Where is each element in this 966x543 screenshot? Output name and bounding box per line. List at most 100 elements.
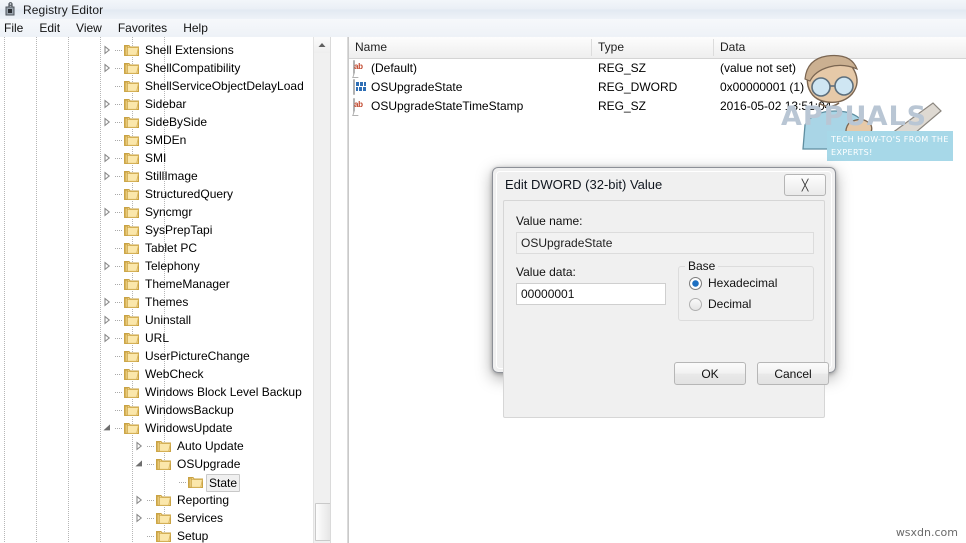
tree-item-windowsupdate[interactable]: WindowsUpdate [0,419,320,437]
tree-item-stillimage[interactable]: StillImage [0,167,320,185]
tree-item-label: ShellServiceObjectDelayLoad [145,79,304,93]
value-name-input[interactable]: OSUpgradeState [516,232,814,254]
edit-dword-dialog[interactable]: Edit DWORD (32-bit) Value ╳ Value name: … [492,167,836,418]
menu-item-favorites[interactable]: Favorites [110,20,175,37]
value-name-label: Value name: [516,214,583,228]
tree-item-shellcompatibility[interactable]: ShellCompatibility [0,59,320,77]
radio-decimal[interactable]: Decimal [689,297,751,311]
tree-connector [115,428,122,429]
tree-connector [115,266,122,267]
expand-triangle-icon[interactable] [102,261,112,271]
tree-item-telephony[interactable]: Telephony [0,257,320,275]
radio-decimal-label: Decimal [708,297,752,311]
tree-item-services[interactable]: Services [0,509,320,527]
tree-item-smden[interactable]: SMDEn [0,131,320,149]
tree-item-webcheck[interactable]: WebCheck [0,365,320,383]
scroll-up-arrow[interactable] [314,37,330,53]
folder-icon [124,277,139,290]
folder-icon [124,421,139,434]
tree-item-state[interactable]: State [0,473,320,492]
tree-item-label: SysPrepTapi [145,223,213,237]
tree-item-osupgrade[interactable]: OSUpgrade [0,455,320,473]
menu-item-edit[interactable]: Edit [31,20,68,37]
expand-triangle-icon[interactable] [102,99,112,109]
tree-item-label: SMDEn [145,133,187,147]
dialog-title: Edit DWORD (32-bit) Value [505,177,663,192]
cancel-button[interactable]: Cancel [757,362,829,385]
window-title: Registry Editor [23,2,104,17]
tree-item-setup[interactable]: Setup [0,527,320,543]
expand-triangle-icon[interactable] [134,513,144,523]
column-header-type[interactable]: Type [592,37,713,58]
menu-bar: File Edit View Favorites Help [0,19,966,38]
scrollbar-track[interactable] [314,53,330,543]
appuals-tagline-text: TECH HOW-TO'S FROM THE EXPERTS! [831,135,949,157]
tree-item-windowsbackup[interactable]: WindowsBackup [0,401,320,419]
tree-connector [115,302,122,303]
tree-connector [115,158,122,159]
radio-hexadecimal[interactable]: Hexadecimal [689,276,777,290]
tree-item-windows-block-level-backup[interactable]: Windows Block Level Backup [0,383,320,401]
tree-item-label: WindowsBackup [145,403,234,417]
tree-item-themes[interactable]: Themes [0,293,320,311]
folder-icon [124,295,139,308]
expand-triangle-icon[interactable] [102,207,112,217]
tree-item-structuredquery[interactable]: StructuredQuery [0,185,320,203]
menu-item-view[interactable]: View [68,20,110,37]
folder-icon [124,349,139,362]
tree-item-label: StillImage [145,169,198,183]
value-data-input[interactable]: 00000001 [516,283,666,305]
column-header-name[interactable]: Name [349,37,591,58]
tree-item-thememanager[interactable]: ThemeManager [0,275,320,293]
expand-triangle-icon[interactable] [134,441,144,451]
tree-item-sidebyside[interactable]: SideBySide [0,113,320,131]
expand-triangle-icon[interactable] [134,495,144,505]
tree-item-tablet-pc[interactable]: Tablet PC [0,239,320,257]
tree-item-auto-update[interactable]: Auto Update [0,437,320,455]
collapse-triangle-icon[interactable] [134,459,144,469]
site-watermark: wsxdn.com [895,526,958,539]
tree-connector [115,140,122,141]
expand-triangle-icon[interactable] [102,171,112,181]
tree-item-label: OSUpgrade [177,457,241,471]
tree-item-uninstall[interactable]: Uninstall [0,311,320,329]
tree-item-sidebar[interactable]: Sidebar [0,95,320,113]
scrollbar-thumb[interactable] [315,503,330,541]
expand-triangle-icon[interactable] [102,153,112,163]
tree-connector [115,86,122,87]
expand-triangle-icon[interactable] [102,117,112,127]
tree-connector [115,356,122,357]
folder-icon [156,493,171,506]
expand-triangle-icon[interactable] [102,63,112,73]
close-icon[interactable]: ╳ [784,174,826,196]
tree-connector [115,68,122,69]
tree-item-url[interactable]: URL [0,329,320,347]
tree-item-label: WebCheck [145,367,204,381]
tree-item-label: ShellCompatibility [145,61,241,75]
tree-item-shellserviceobjectdelayload[interactable]: ShellServiceObjectDelayLoad [0,77,320,95]
expand-triangle-icon[interactable] [102,315,112,325]
tree-connector [115,212,122,213]
tree-item-syspreptapi[interactable]: SysPrepTapi [0,221,320,239]
menu-item-file[interactable]: File [0,20,31,37]
tree-connector [147,464,154,465]
tree-item-userpicturechange[interactable]: UserPictureChange [0,347,320,365]
tree-vertical-scrollbar[interactable] [313,37,330,543]
expand-triangle-icon[interactable] [102,45,112,55]
expand-triangle-icon[interactable] [102,333,112,343]
tree-item-label: URL [145,331,170,345]
folder-icon [156,457,171,470]
tree-item-label: SMI [145,151,167,165]
menu-item-help[interactable]: Help [175,20,216,37]
tree-item-syncmgr[interactable]: Syncmgr [0,203,320,221]
tree-item-reporting[interactable]: Reporting [0,491,320,509]
ok-button[interactable]: OK [674,362,746,385]
registry-tree-pane[interactable]: Shell Extensions ShellCompatibility ShellS… [0,37,330,543]
tree-connector [115,392,122,393]
pane-splitter[interactable] [330,37,348,543]
tree-item-shell-extensions[interactable]: Shell Extensions [0,41,320,59]
expand-triangle-icon[interactable] [102,297,112,307]
tree-item-smi[interactable]: SMI [0,149,320,167]
collapse-triangle-icon[interactable] [102,423,112,433]
folder-icon [188,475,203,488]
